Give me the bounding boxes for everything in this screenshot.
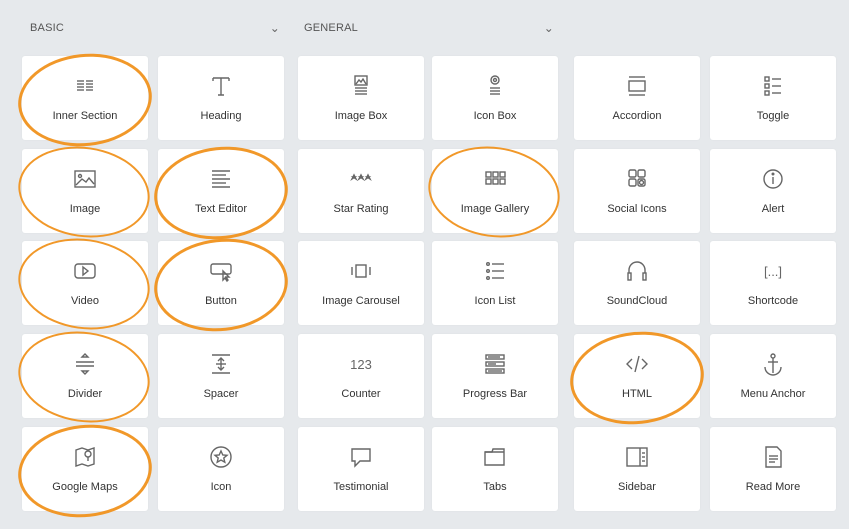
widget-read-more[interactable]: Read More: [710, 427, 836, 511]
widget-label: Read More: [745, 481, 801, 493]
widget-video[interactable]: Video: [22, 241, 148, 325]
widget-label: Image Box: [334, 110, 388, 122]
widget-html[interactable]: HTML: [574, 334, 700, 418]
widget-toggle[interactable]: Toggle: [710, 56, 836, 140]
star-rating-icon: [298, 165, 424, 193]
counter-icon: 123: [298, 350, 424, 378]
category-general-header[interactable]: GENERAL ⌄: [294, 14, 562, 42]
image-icon: [22, 165, 148, 193]
image-gallery-icon: [432, 165, 558, 193]
category-basic-header[interactable]: BASIC ⌄: [20, 14, 288, 42]
button-icon: [158, 257, 284, 285]
widget-google-maps[interactable]: Google Maps: [22, 427, 148, 511]
google-maps-icon: [22, 443, 148, 471]
widget-label: Progress Bar: [462, 388, 528, 400]
testimonial-icon: [298, 443, 424, 471]
progress-bar-icon: [432, 350, 558, 378]
icon-box-icon: [432, 72, 558, 100]
alert-icon: [710, 165, 836, 193]
widget-image-box[interactable]: Image Box: [298, 56, 424, 140]
inner-section-icon: [22, 72, 148, 100]
widget-label: Shortcode: [747, 295, 799, 307]
tabs-icon: [432, 443, 558, 471]
widget-heading[interactable]: Heading: [158, 56, 284, 140]
widget-label: HTML: [622, 388, 652, 400]
image-box-icon: [298, 72, 424, 100]
widget-menu-anchor[interactable]: Menu Anchor: [710, 334, 836, 418]
divider-icon: [22, 350, 148, 378]
widget-star-rating[interactable]: Star Rating: [298, 149, 424, 233]
widget-label: Video: [71, 295, 99, 307]
widget-label: Icon Box: [473, 110, 517, 122]
widget-label: Google Maps: [52, 481, 118, 493]
category-basic-label: BASIC: [30, 22, 65, 34]
widget-label: Image Gallery: [460, 203, 530, 215]
read-more-icon: [710, 443, 836, 471]
widget-tabs[interactable]: Tabs: [432, 427, 558, 511]
widget-label: Heading: [200, 110, 242, 122]
counter-icon-glyph: 123: [350, 356, 372, 372]
widget-label: Counter: [341, 388, 381, 400]
widget-social-icons[interactable]: Social Icons: [574, 149, 700, 233]
social-icons-icon: [574, 165, 700, 193]
widget-label: Star Rating: [333, 203, 389, 215]
widget-shortcode[interactable]: [...] Shortcode: [710, 241, 836, 325]
shortcode-icon: [...]: [710, 257, 836, 285]
widget-label: Inner Section: [52, 110, 118, 122]
widget-testimonial[interactable]: Testimonial: [298, 427, 424, 511]
widget-label: Toggle: [756, 110, 790, 122]
widget-sidebar[interactable]: Sidebar: [574, 427, 700, 511]
category-general-label: GENERAL: [304, 22, 358, 34]
accordion-icon: [574, 72, 700, 100]
text-editor-icon: [158, 165, 284, 193]
widget-icon-box[interactable]: Icon Box: [432, 56, 558, 140]
toggle-icon: [710, 72, 836, 100]
widget-icon[interactable]: Icon: [158, 427, 284, 511]
widget-label: Spacer: [203, 388, 239, 400]
video-icon: [22, 257, 148, 285]
widget-label: Image: [69, 203, 101, 215]
widget-label: Tabs: [483, 481, 507, 493]
shortcode-icon-glyph: [...]: [763, 263, 783, 279]
widget-label: Button: [205, 295, 237, 307]
widget-alert[interactable]: Alert: [710, 149, 836, 233]
widget-label: Testimonial: [333, 481, 389, 493]
widget-label: SoundCloud: [606, 295, 668, 307]
widget-image[interactable]: Image: [22, 149, 148, 233]
anchor-icon: [710, 350, 836, 378]
widget-text-editor[interactable]: Text Editor: [158, 149, 284, 233]
widget-label: Icon: [210, 481, 232, 493]
widget-label: Divider: [67, 388, 103, 400]
widget-button[interactable]: Button: [158, 241, 284, 325]
html-icon: [574, 350, 700, 378]
widget-label: Accordion: [612, 110, 662, 122]
widget-counter[interactable]: 123 Counter: [298, 334, 424, 418]
chevron-down-icon: ⌄: [543, 21, 554, 35]
soundcloud-icon: [574, 257, 700, 285]
widget-label: Text Editor: [195, 203, 247, 215]
widget-label: Icon List: [474, 295, 516, 307]
widget-progress-bar[interactable]: Progress Bar: [432, 334, 558, 418]
widget-image-gallery[interactable]: Image Gallery: [432, 149, 558, 233]
spacer-icon: [158, 350, 284, 378]
widget-label: Sidebar: [618, 481, 656, 493]
widget-image-carousel[interactable]: Image Carousel: [298, 241, 424, 325]
image-carousel-icon: [298, 257, 424, 285]
chevron-down-icon: ⌄: [269, 21, 280, 35]
widget-divider[interactable]: Divider: [22, 334, 148, 418]
widget-inner-section[interactable]: Inner Section: [22, 56, 148, 140]
widget-label: Menu Anchor: [740, 388, 806, 400]
heading-icon: [158, 72, 284, 100]
widget-label: Image Carousel: [322, 295, 400, 307]
widget-label: Alert: [761, 203, 785, 215]
star-circle-icon: [158, 443, 284, 471]
icon-list-icon: [432, 257, 558, 285]
widget-soundcloud[interactable]: SoundCloud: [574, 241, 700, 325]
widget-label: Social Icons: [607, 203, 667, 215]
widget-accordion[interactable]: Accordion: [574, 56, 700, 140]
widget-spacer[interactable]: Spacer: [158, 334, 284, 418]
sidebar-icon: [574, 443, 700, 471]
widget-panel: BASIC ⌄ GENERAL ⌄ Inner Section Heading Im…: [0, 0, 849, 529]
widget-icon-list[interactable]: Icon List: [432, 241, 558, 325]
